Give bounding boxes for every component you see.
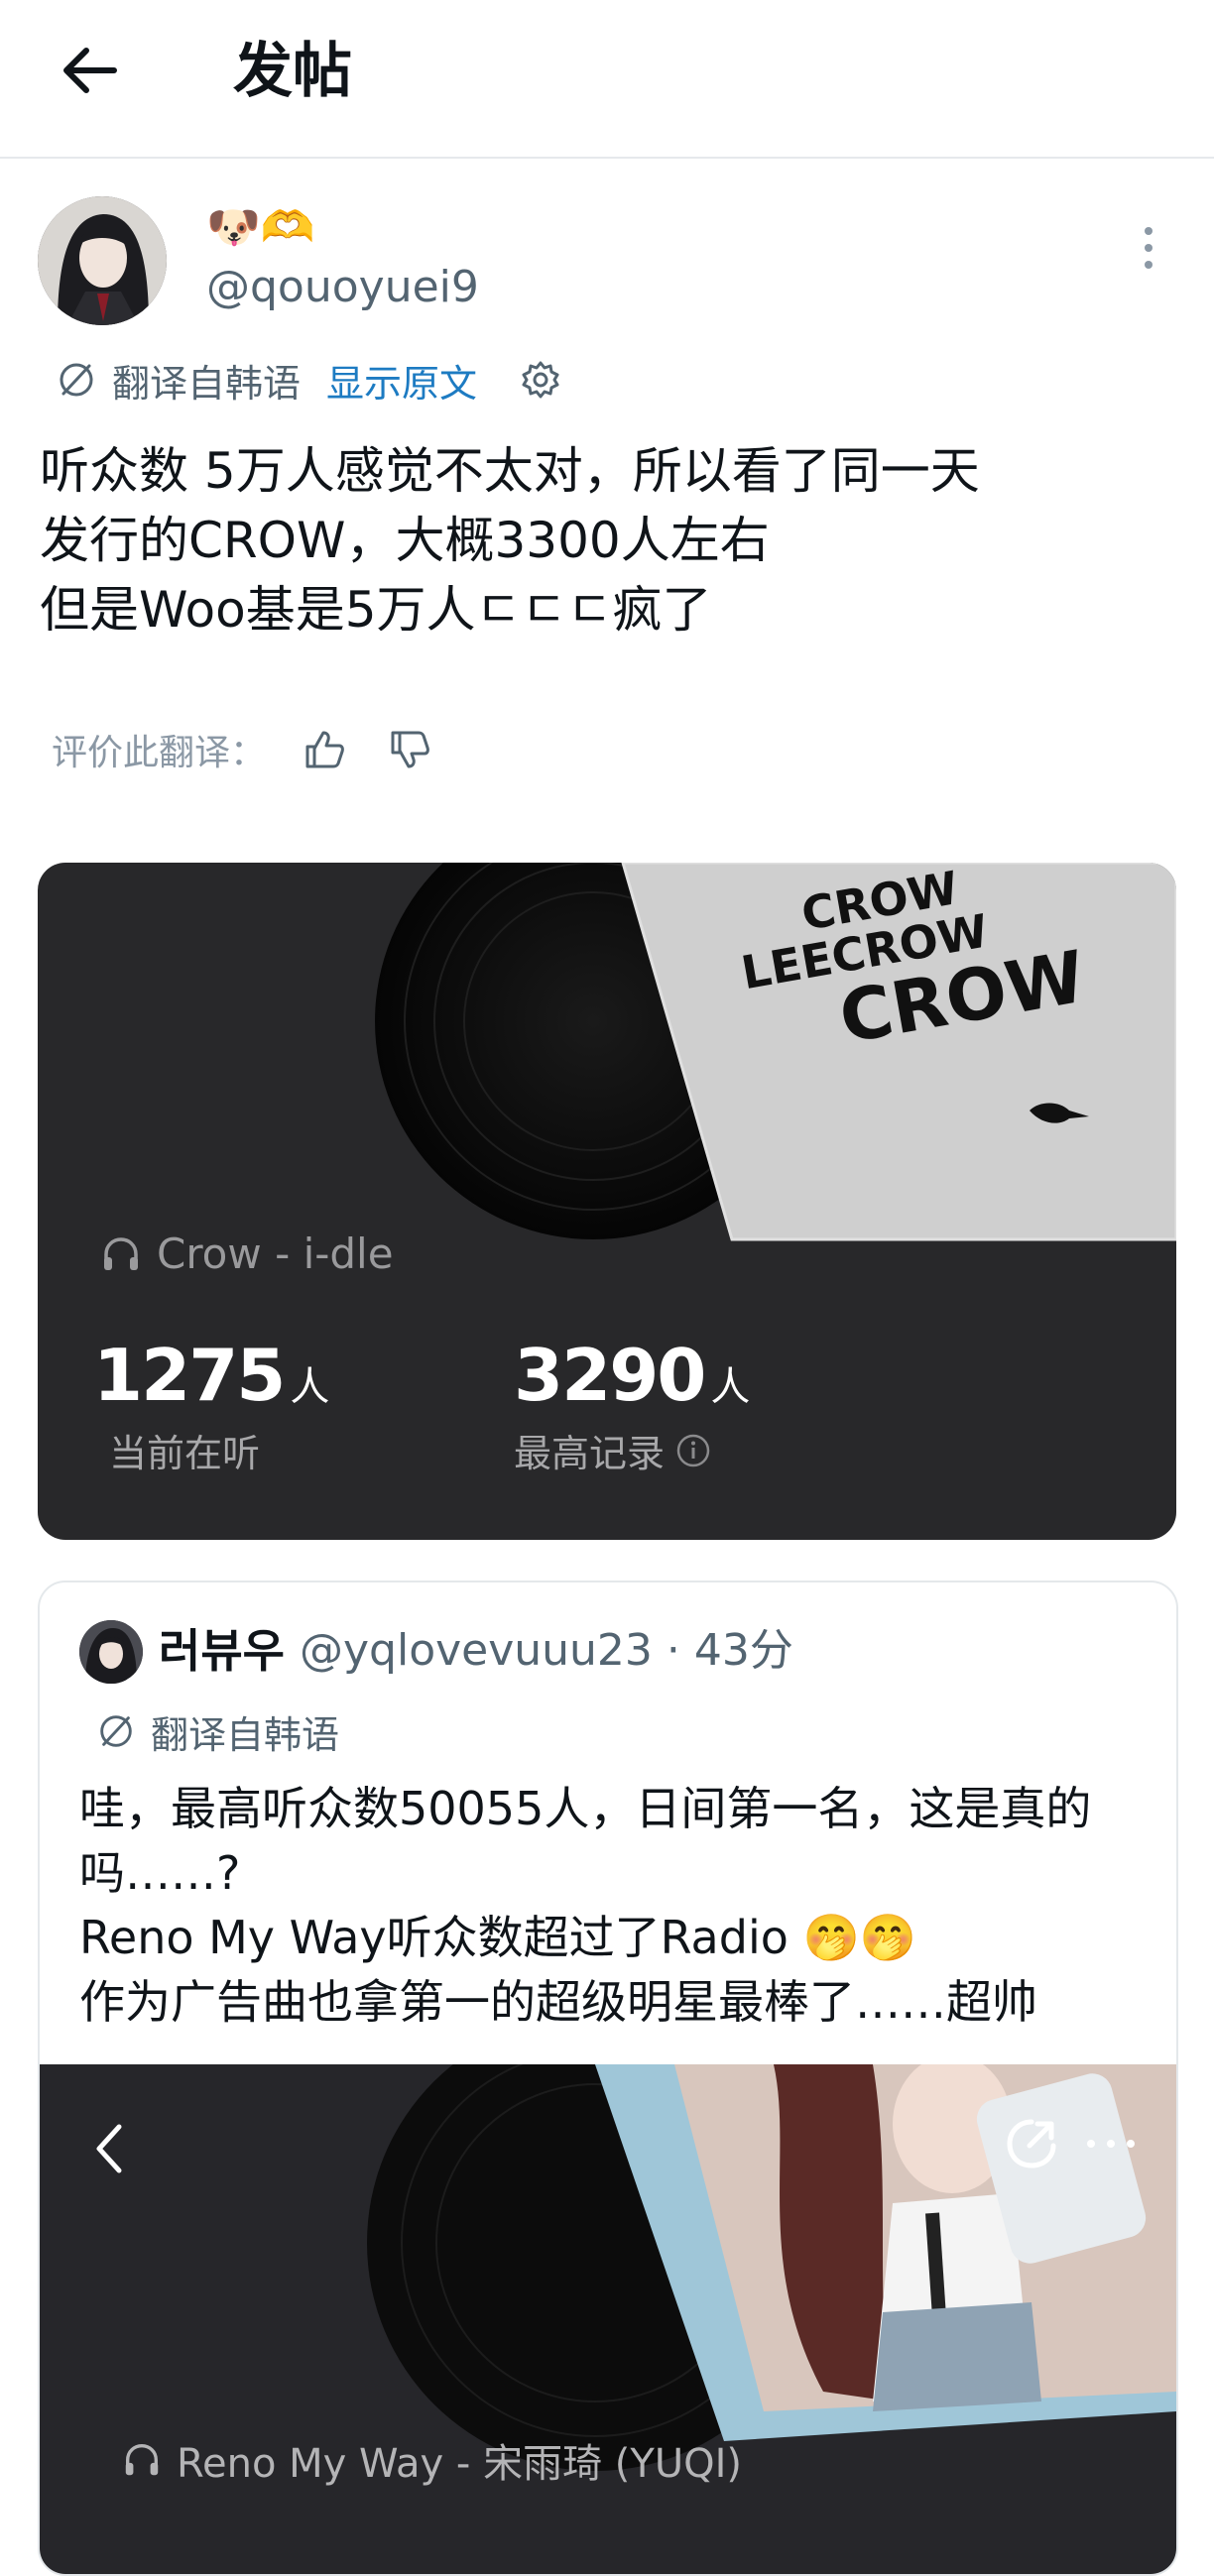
quoted-line: 哇，最高听众数50055人，日间第一名，这是真的 bbox=[79, 1782, 1092, 1835]
quoted-handle-time: @yqlovevuuu23 · 43分 bbox=[300, 1625, 793, 1676]
quoted-post[interactable]: 러뷰우 @yqlovevuuu23 · 43分 翻译自韩语 哇，最高听众数500… bbox=[38, 1581, 1178, 2576]
show-original-link[interactable]: 显示原文 bbox=[326, 353, 477, 408]
quoted-line: 吗……? bbox=[79, 1846, 241, 1900]
quoted-translated-from-label: 翻译自韩语 bbox=[151, 1712, 340, 1757]
user-handle[interactable]: @qouoyuei9 bbox=[206, 260, 479, 315]
current-listeners-caption: 当前在听 bbox=[109, 1432, 261, 1475]
quoted-music-card-image[interactable]: Reno My Way - 宋雨琦 (YUQI) bbox=[40, 2064, 1176, 2574]
song-title: Crow - i-dle bbox=[157, 1229, 394, 1278]
rate-translation-label: 评价此翻译： bbox=[52, 733, 267, 773]
headphones-icon bbox=[104, 1236, 138, 1270]
thumbs-down-icon[interactable] bbox=[387, 727, 432, 772]
rate-translation: 评价此翻译： bbox=[52, 720, 432, 779]
post-line: 听众数 5万人感觉不太对，所以看了同一天 bbox=[40, 442, 980, 500]
music-listening-card[interactable]: CROW LEECROW CROW Crow - i-dle 1275 人 当前在… bbox=[38, 863, 1176, 1540]
translation-info: 翻译自韩语 显示原文 bbox=[55, 352, 562, 408]
top-bar: 发帖 bbox=[0, 0, 1214, 159]
display-name-emoji: 🐶🫶 bbox=[206, 202, 315, 253]
post-body: 听众数 5万人感觉不太对，所以看了同一天 发行的CROW，大概3300人左右 但… bbox=[40, 436, 1190, 644]
post-line: 但是Woo基是5万人ㄷㄷㄷ疯了 bbox=[40, 581, 712, 639]
avatar[interactable] bbox=[38, 196, 167, 325]
more-options-icon[interactable] bbox=[1081, 2134, 1141, 2154]
peak-listeners: 3290 人 最高记录 bbox=[514, 1334, 751, 1477]
quoted-line: 作为广告曲也拿第一的超级明星最棒了……超帅 bbox=[79, 1975, 1037, 2029]
quoted-song-info: Reno My Way - 宋雨琦 (YUQI) bbox=[121, 2431, 742, 2489]
translated-from-label: 翻译自韩语 bbox=[112, 361, 302, 406]
quoted-avatar[interactable] bbox=[79, 1620, 143, 1684]
quoted-translation-info: 翻译自韩语 bbox=[95, 1703, 339, 1759]
translate-icon bbox=[60, 363, 93, 397]
translate-icon bbox=[100, 1715, 132, 1747]
headphones-icon bbox=[125, 2444, 159, 2476]
current-listeners: 1275 人 当前在听 bbox=[93, 1334, 330, 1475]
quoted-song-title: Reno My Way - 宋雨琦 (YUQI) bbox=[177, 2441, 742, 2487]
peak-listeners-caption-row: 最高记录 bbox=[514, 1423, 750, 1477]
quoted-post-body: 哇，最高听众数50055人，日间第一名，这是真的 吗……? Reno My Wa… bbox=[79, 1777, 1151, 2035]
current-listeners-value: 1275 bbox=[93, 1334, 286, 1417]
more-options-icon[interactable] bbox=[1139, 223, 1158, 273]
quoted-line: Reno My Way听众数超过了Radio 🤭🤭 bbox=[79, 1911, 917, 1964]
gear-icon[interactable] bbox=[519, 358, 562, 402]
song-info: Crow - i-dle bbox=[99, 1229, 394, 1278]
info-icon[interactable] bbox=[674, 1432, 712, 1469]
peak-listeners-caption: 最高记录 bbox=[514, 1432, 666, 1475]
chevron-left-icon[interactable] bbox=[89, 2119, 129, 2178]
page-title: 发帖 bbox=[233, 37, 352, 106]
back-arrow-icon[interactable] bbox=[55, 35, 126, 106]
peak-listeners-value: 3290 bbox=[514, 1334, 706, 1417]
post-line: 发行的CROW，大概3300人左右 bbox=[40, 512, 770, 569]
quoted-display-name: 러뷰우 bbox=[159, 1624, 285, 1678]
thumbs-up-icon[interactable] bbox=[302, 727, 347, 772]
share-icon[interactable] bbox=[1002, 2114, 1061, 2173]
